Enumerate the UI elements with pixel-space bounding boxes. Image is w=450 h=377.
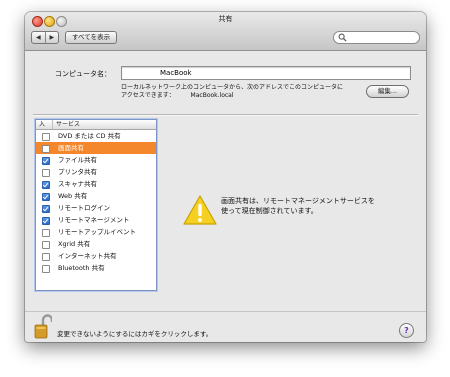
service-row[interactable]: Xgrid 共有: [36, 238, 156, 250]
service-label: プリンタ共有: [58, 168, 97, 176]
window-title: 共有: [218, 15, 233, 23]
service-checkbox[interactable]: [42, 265, 50, 273]
address-description: ローカルネットワーク上のコンピュータから、次のアドレスでこのコンピュータに アク…: [121, 84, 381, 100]
lock-message: 変更できないようにするにはカギをクリックします。: [57, 330, 213, 338]
service-row[interactable]: Web 共有: [36, 190, 156, 202]
service-checkbox[interactable]: [42, 217, 50, 225]
service-label: スキャナ共有: [58, 180, 97, 188]
service-row[interactable]: スキャナ共有: [36, 178, 156, 190]
address-prefix: アクセスできます：: [121, 92, 175, 99]
service-label: DVD または CD 共有: [58, 132, 121, 140]
service-row[interactable]: インターネット共有: [36, 250, 156, 262]
computer-name-field[interactable]: MacBook: [121, 66, 411, 80]
service-row[interactable]: DVD または CD 共有: [36, 130, 156, 142]
status-message-line2: 使って現在制御されています。: [221, 207, 318, 215]
magnifier-icon: [338, 33, 347, 42]
address-description-line2: アクセスできます： MacBook.local: [121, 92, 381, 100]
status-message: 画面共有は、リモートマネージメントサービスを 使って現在制御されています。: [221, 196, 391, 216]
nav-buttons: ◀ ▶: [31, 31, 59, 44]
service-checkbox[interactable]: [42, 205, 50, 213]
service-checkbox[interactable]: [42, 253, 50, 261]
sharing-prefs-window: 共有 ◀ ▶ すべてを表示 コンピュータ名： MacBook ローカルネットワー…: [25, 12, 426, 342]
service-label: Xgrid 共有: [58, 240, 91, 248]
forward-button[interactable]: ▶: [44, 32, 59, 43]
service-checkbox[interactable]: [42, 229, 50, 237]
search-field[interactable]: [333, 31, 420, 44]
service-checkbox[interactable]: [42, 241, 50, 249]
computer-name-label: コンピュータ名：: [55, 70, 111, 78]
service-row[interactable]: リモートマネージメント: [36, 214, 156, 226]
footer-divider: [25, 311, 426, 312]
title-bar: 共有 ◀ ▶ すべてを表示: [25, 12, 426, 51]
service-label: インターネット共有: [58, 252, 117, 260]
service-label: リモートアップルイベント: [58, 228, 136, 236]
service-row[interactable]: Bluetooth 共有: [36, 262, 156, 274]
column-header-on[interactable]: 入: [39, 120, 45, 129]
service-label: 画面共有: [58, 144, 84, 152]
warning-triangle-icon: [183, 195, 217, 225]
service-list: 入 サービス DVD または CD 共有 画面共有ファイル共有 プリンタ共有 スキャナ…: [35, 119, 157, 291]
address-description-line1: ローカルネットワーク上のコンピュータから、次のアドレスでこのコンピュータに: [121, 84, 344, 91]
edit-button[interactable]: 編集...: [366, 85, 409, 98]
status-message-line1: 画面共有は、リモートマネージメントサービスを: [221, 197, 375, 205]
prefs-content: コンピュータ名： MacBook ローカルネットワーク上のコンピュータから、次の…: [25, 51, 426, 342]
column-header-service[interactable]: サービス: [52, 120, 80, 129]
service-checkbox[interactable]: [42, 181, 50, 189]
service-row[interactable]: リモートアップルイベント: [36, 226, 156, 238]
local-address: MacBook.local: [190, 92, 234, 99]
service-label: リモートマネージメント: [58, 216, 130, 224]
computer-name-value: MacBook: [160, 69, 192, 77]
service-checkbox[interactable]: [42, 157, 50, 165]
help-button[interactable]: ?: [399, 323, 414, 338]
service-label: ファイル共有: [58, 156, 97, 164]
service-checkbox[interactable]: [42, 145, 50, 153]
lock-icon[interactable]: [34, 314, 52, 340]
service-list-header: 入 サービス: [36, 120, 156, 130]
divider: [33, 114, 418, 116]
back-button[interactable]: ◀: [32, 32, 45, 43]
service-checkbox[interactable]: [42, 133, 50, 141]
service-row[interactable]: ファイル共有: [36, 154, 156, 166]
service-label: Bluetooth 共有: [58, 264, 105, 272]
service-label: Web 共有: [58, 192, 88, 200]
service-checkbox[interactable]: [42, 169, 50, 177]
service-row[interactable]: リモートログイン: [36, 202, 156, 214]
service-row[interactable]: プリンタ共有: [36, 166, 156, 178]
service-label: リモートログイン: [58, 204, 110, 212]
service-checkbox[interactable]: [42, 193, 50, 201]
service-row[interactable]: 画面共有: [36, 142, 156, 154]
show-all-button[interactable]: すべてを表示: [65, 31, 118, 44]
